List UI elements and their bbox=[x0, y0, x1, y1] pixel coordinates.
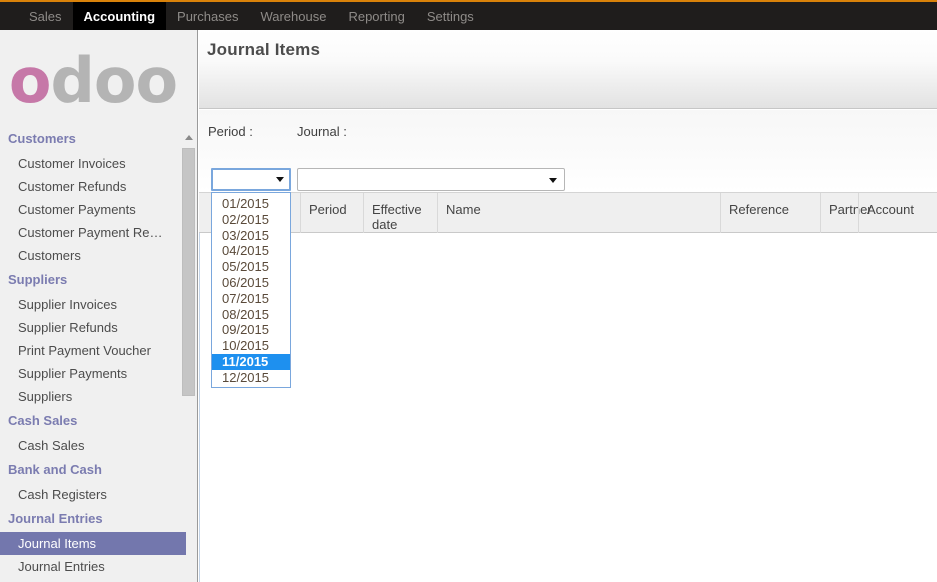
dropdown-option[interactable]: 07/2015 bbox=[212, 291, 290, 307]
nav-item-reporting[interactable]: Reporting bbox=[337, 2, 415, 30]
sidebar-item-journal-entries[interactable]: Journal Entries bbox=[0, 555, 186, 578]
sidebar-item-print-payment-voucher[interactable]: Print Payment Voucher bbox=[0, 339, 186, 362]
sidebar-item-suppliers[interactable]: Suppliers bbox=[0, 385, 186, 408]
page-title: Journal Items bbox=[207, 40, 320, 60]
sidebar-section-suppliers: Suppliers bbox=[0, 267, 186, 293]
nav-item-purchases[interactable]: Purchases bbox=[166, 2, 249, 30]
dropdown-option[interactable]: 01/2015 bbox=[212, 196, 290, 212]
sidebar: odoo Customers Customer Invoices Custome… bbox=[0, 30, 198, 582]
sidebar-item-supplier-payments[interactable]: Supplier Payments bbox=[0, 362, 186, 385]
column-header-account[interactable]: Account bbox=[858, 193, 937, 233]
sidebar-item-customer-payment-receipts[interactable]: Customer Payment Re… bbox=[0, 221, 186, 244]
column-header-period[interactable]: Period bbox=[300, 193, 363, 233]
sidebar-item-journal-items[interactable]: Journal Items bbox=[0, 532, 186, 555]
nav-item-accounting[interactable]: Accounting bbox=[73, 2, 167, 30]
main-content: Journal Items Period : Journal : 01/2015… bbox=[199, 30, 937, 582]
sidebar-section-journal-entries: Journal Entries bbox=[0, 506, 186, 532]
filter-bar: Period : Journal : 01/2015 02/2015 03/20… bbox=[199, 110, 937, 192]
dropdown-option[interactable]: 12/2015 bbox=[212, 370, 290, 386]
column-header-partner[interactable]: Partner bbox=[820, 193, 858, 233]
sidebar-item-supplier-refunds[interactable]: Supplier Refunds bbox=[0, 316, 186, 339]
table-header-row: Period Effective date Name Reference Par… bbox=[199, 192, 937, 233]
journal-label: Journal : bbox=[297, 124, 347, 139]
sidebar-section-cash-sales: Cash Sales bbox=[0, 408, 186, 434]
logo-letters-doo: doo bbox=[51, 44, 178, 117]
logo-letter-o-accent: o bbox=[9, 44, 51, 117]
nav-item-sales[interactable]: Sales bbox=[18, 2, 73, 30]
journal-select[interactable] bbox=[297, 168, 565, 191]
dropdown-option[interactable]: 02/2015 bbox=[212, 212, 290, 228]
sidebar-item-customer-payments[interactable]: Customer Payments bbox=[0, 198, 186, 221]
chevron-down-icon bbox=[549, 178, 557, 183]
sidebar-item-supplier-invoices[interactable]: Supplier Invoices bbox=[0, 293, 186, 316]
sidebar-item-customer-refunds[interactable]: Customer Refunds bbox=[0, 175, 186, 198]
journal-items-table: Period Effective date Name Reference Par… bbox=[199, 192, 937, 582]
column-header-effective-date[interactable]: Effective date bbox=[363, 193, 437, 233]
dropdown-option[interactable]: 05/2015 bbox=[212, 259, 290, 275]
sidebar-item-customers[interactable]: Customers bbox=[0, 244, 186, 267]
sidebar-item-customer-invoices[interactable]: Customer Invoices bbox=[0, 152, 186, 175]
dropdown-option[interactable]: 06/2015 bbox=[212, 275, 290, 291]
dropdown-option[interactable]: 08/2015 bbox=[212, 307, 290, 323]
dropdown-option[interactable]: 04/2015 bbox=[212, 243, 290, 259]
period-label: Period : bbox=[208, 124, 253, 139]
dropdown-option[interactable]: 10/2015 bbox=[212, 338, 290, 354]
sidebar-item-cash-registers[interactable]: Cash Registers bbox=[0, 483, 186, 506]
period-select[interactable] bbox=[211, 168, 291, 191]
chevron-down-icon bbox=[276, 177, 284, 182]
sidebar-section-customers: Customers bbox=[0, 126, 186, 152]
sidebar-item-cash-sales[interactable]: Cash Sales bbox=[0, 434, 186, 457]
column-header-name[interactable]: Name bbox=[437, 193, 720, 233]
dropdown-option[interactable]: 03/2015 bbox=[212, 228, 290, 244]
period-dropdown-list[interactable]: 01/2015 02/2015 03/2015 04/2015 05/2015 … bbox=[211, 192, 291, 388]
sidebar-scrollbar-thumb[interactable] bbox=[182, 148, 195, 396]
top-navbar: Sales Accounting Purchases Warehouse Rep… bbox=[0, 0, 937, 30]
sidebar-section-bank-and-cash: Bank and Cash bbox=[0, 457, 186, 483]
nav-item-settings[interactable]: Settings bbox=[416, 2, 485, 30]
table-body bbox=[199, 233, 937, 582]
page-titlebar: Journal Items bbox=[199, 30, 937, 109]
column-header-reference[interactable]: Reference bbox=[720, 193, 820, 233]
dropdown-option-selected[interactable]: 11/2015 bbox=[212, 354, 290, 370]
sidebar-menu: Customers Customer Invoices Customer Ref… bbox=[0, 126, 186, 578]
odoo-logo[interactable]: odoo bbox=[0, 44, 186, 120]
dropdown-option[interactable]: 09/2015 bbox=[212, 322, 290, 338]
nav-item-warehouse[interactable]: Warehouse bbox=[249, 2, 337, 30]
scroll-up-arrow-icon[interactable] bbox=[181, 130, 196, 145]
